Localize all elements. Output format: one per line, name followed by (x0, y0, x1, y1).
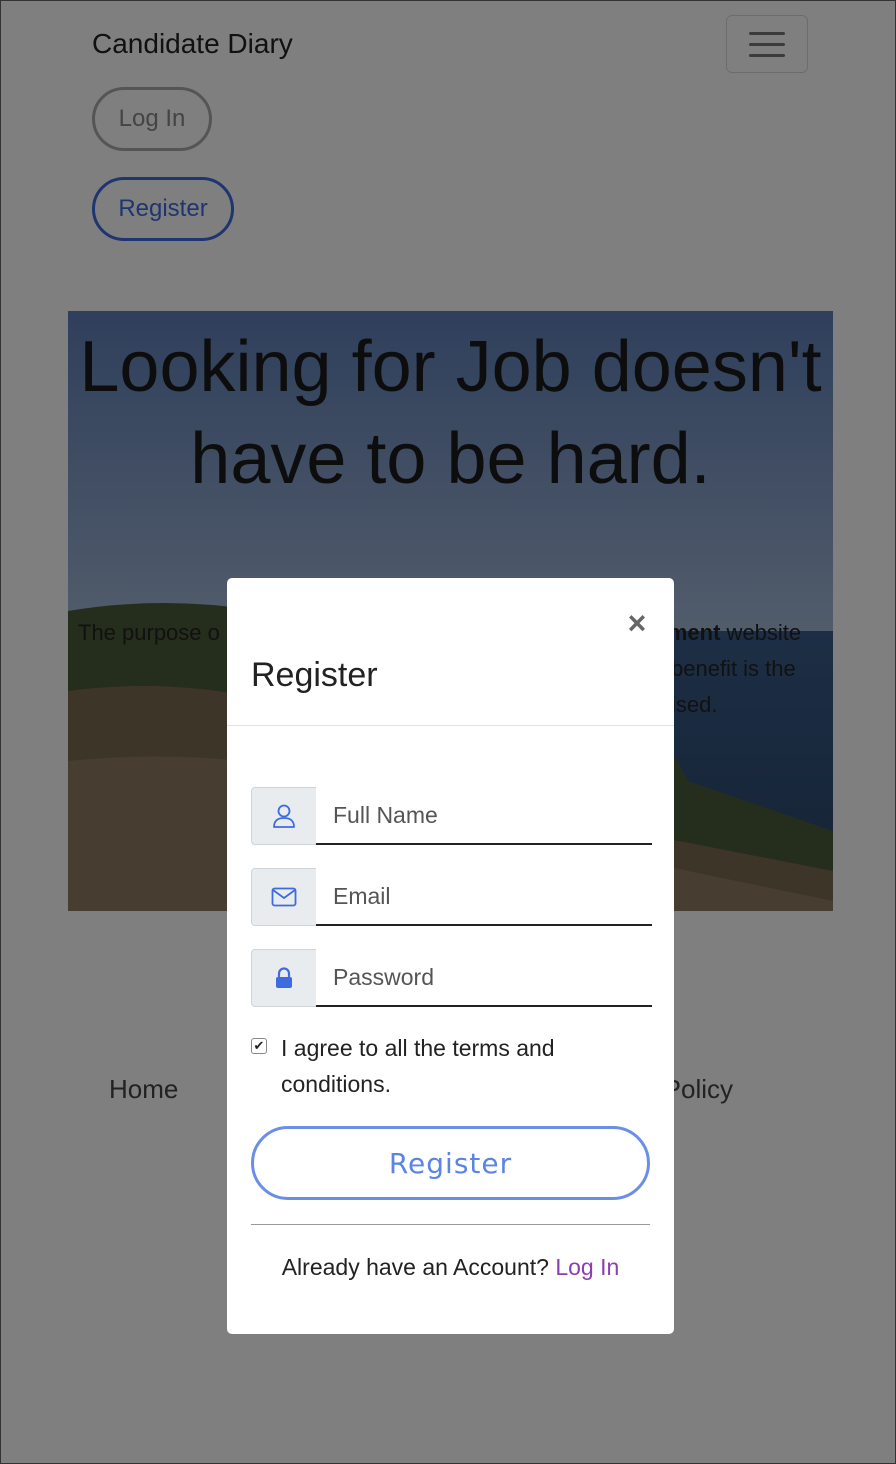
lock-icon (251, 949, 317, 1007)
password-group (251, 949, 652, 1007)
full-name-group (251, 787, 652, 845)
divider (251, 1224, 650, 1225)
email-input[interactable] (316, 868, 652, 926)
register-submit-button[interactable]: Register (251, 1126, 650, 1200)
already-account-text: Already have an Account? Log In (281, 1254, 620, 1280)
terms-checkbox[interactable]: ✔ (251, 1038, 267, 1054)
modal-header: × Register (227, 578, 674, 726)
full-name-input[interactable] (316, 787, 652, 845)
envelope-icon (251, 868, 317, 926)
login-link[interactable]: Log In (555, 1254, 619, 1280)
terms-label[interactable]: I agree to all the terms and conditions. (281, 1030, 611, 1102)
password-input[interactable] (316, 949, 652, 1007)
register-modal: × Register ✔ I agre (227, 578, 674, 1334)
modal-title: Register (251, 656, 378, 694)
user-icon (251, 787, 317, 845)
close-icon[interactable]: × (623, 606, 651, 640)
email-group (251, 868, 652, 926)
